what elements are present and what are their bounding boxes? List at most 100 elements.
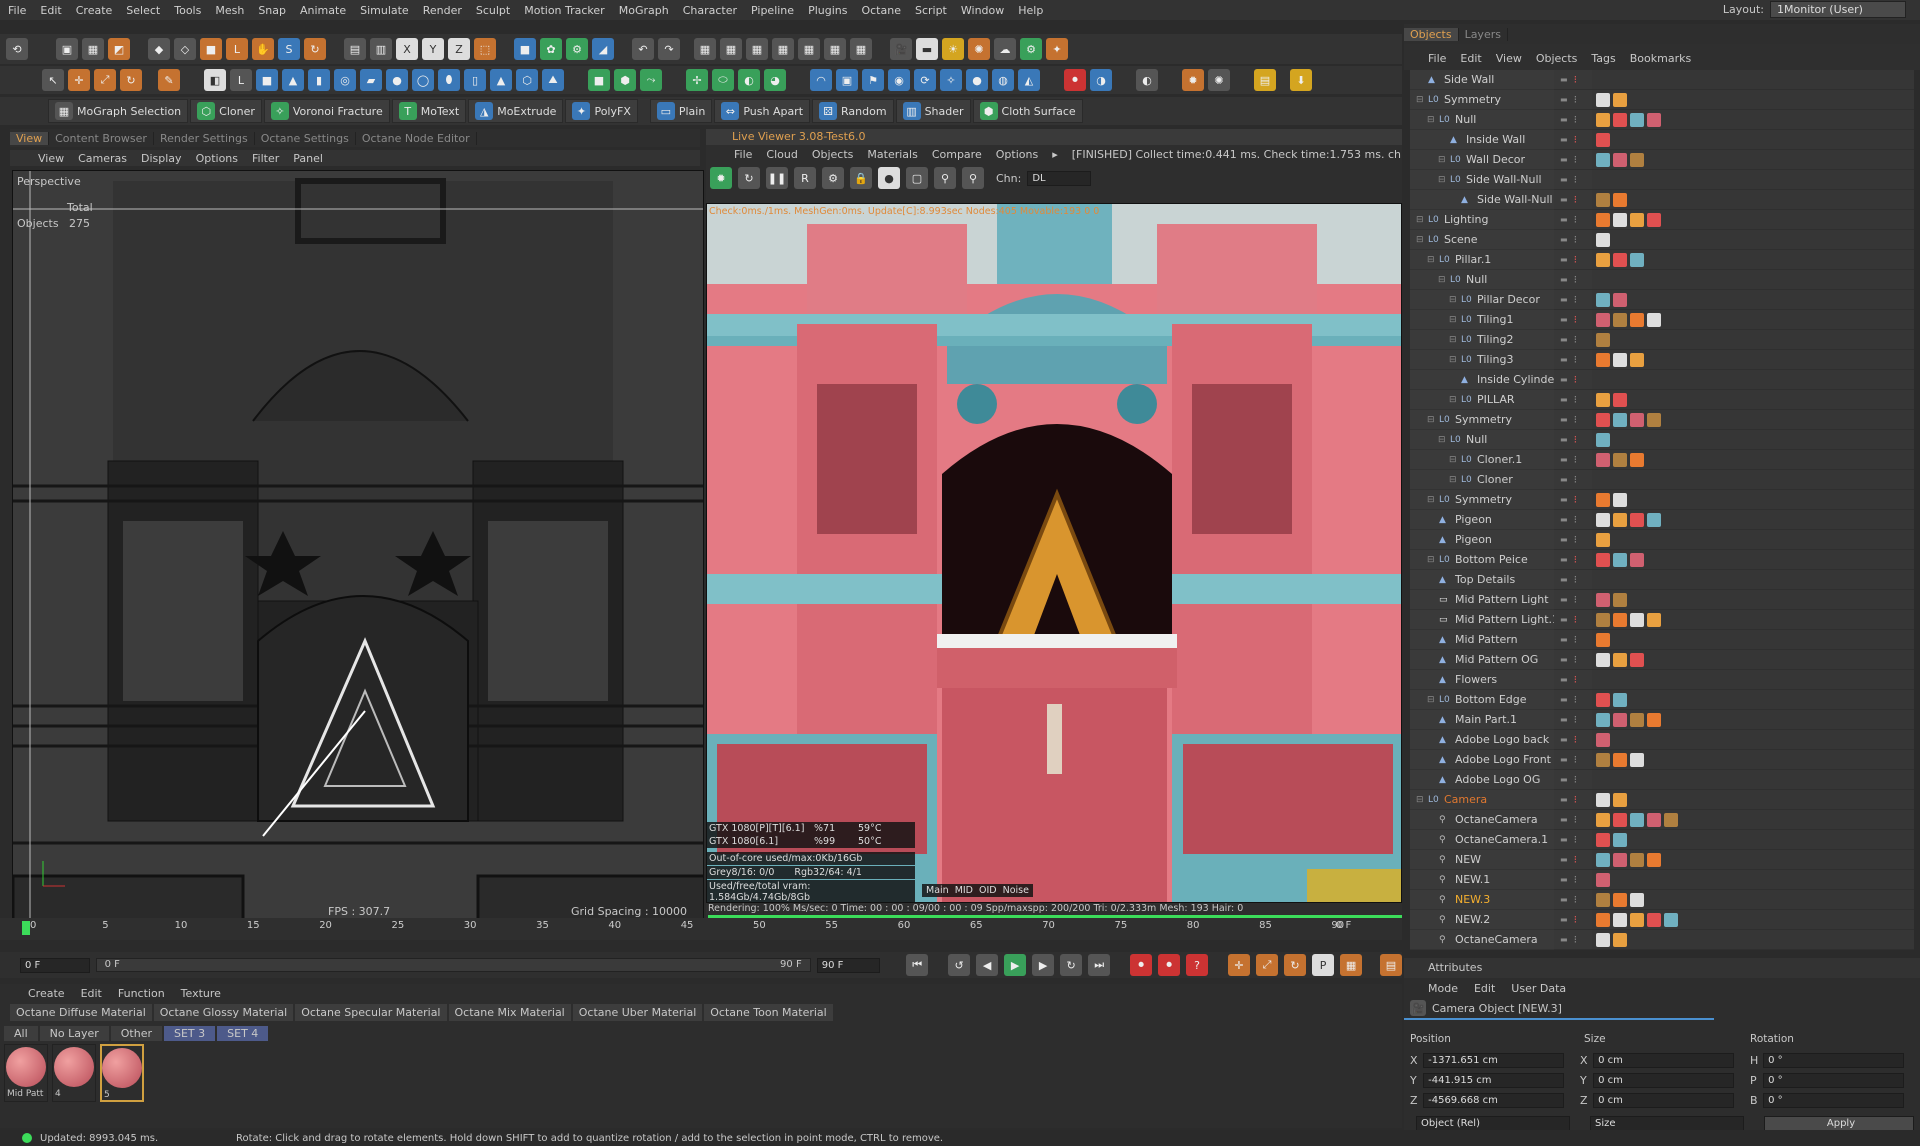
edit-visibility-icon[interactable]: ▬ <box>1560 155 1568 164</box>
tab-content-browser[interactable]: Content Browser <box>49 131 154 145</box>
material-tag-icon[interactable] <box>1613 192 1627 207</box>
viewport-menu-view[interactable]: View <box>38 152 64 165</box>
visibility-toggles[interactable]: ▬ ⁝ <box>1554 190 1592 210</box>
pick-icon[interactable]: ⚲ <box>934 167 956 189</box>
material-tag-icon[interactable] <box>1613 692 1627 707</box>
points-mode-icon[interactable]: ◆ <box>148 38 170 60</box>
expand-toggle-icon[interactable]: ⊟ <box>1449 355 1461 365</box>
undo-view-icon[interactable]: ⟲ <box>6 38 28 60</box>
material-tag-icon[interactable] <box>1630 612 1644 627</box>
edit-visibility-icon[interactable]: ▬ <box>1560 355 1568 364</box>
layout-grid-5-icon[interactable]: ▦ <box>798 38 820 60</box>
edit-visibility-icon[interactable]: ▬ <box>1560 495 1568 504</box>
tube-icon[interactable]: ▯ <box>464 69 486 91</box>
menu-mesh[interactable]: Mesh <box>215 4 244 17</box>
contrast-icon[interactable]: ◐ <box>1136 69 1158 91</box>
render-visibility-icon[interactable]: ⁝ <box>1574 553 1578 566</box>
key-scale-icon[interactable]: ⤢ <box>1256 954 1279 976</box>
material-tag-icon[interactable] <box>1613 112 1627 127</box>
cinema-light-icon[interactable]: ✹ <box>1182 69 1204 91</box>
visibility-toggles[interactable]: ▬ ⁝ <box>1554 870 1592 890</box>
material-tag-icon[interactable] <box>1630 152 1644 167</box>
boole-icon[interactable]: ⬭ <box>712 69 734 91</box>
material-tag-icon[interactable] <box>1596 212 1610 227</box>
material-tag-icon[interactable] <box>1630 252 1644 267</box>
render-visibility-icon[interactable]: ⁝ <box>1574 73 1578 86</box>
expand-toggle-icon[interactable]: ⊟ <box>1438 155 1450 165</box>
material-tag-icon[interactable] <box>1613 492 1627 507</box>
objects-menu-tags[interactable]: Tags <box>1591 52 1615 65</box>
material-tag-icon[interactable] <box>1596 752 1610 767</box>
render-visibility-icon[interactable]: ⁝ <box>1574 273 1578 286</box>
deformer-icon[interactable]: ◢ <box>592 38 614 60</box>
coord-field-pos[interactable]: -1371.651 cm <box>1423 1052 1564 1068</box>
layout-dropdown[interactable]: 1Monitor (User) <box>1770 1 1906 18</box>
material-tag-icon[interactable] <box>1596 832 1610 847</box>
undo-icon[interactable]: ↶ <box>632 38 654 60</box>
visibility-toggles[interactable]: ▬ ⁝ <box>1554 290 1592 310</box>
visibility-toggles[interactable]: ▬ ⁝ <box>1554 130 1592 150</box>
edit-visibility-icon[interactable]: ▬ <box>1560 615 1568 624</box>
material-tag-icon[interactable] <box>1613 832 1627 847</box>
edit-visibility-icon[interactable]: ▬ <box>1560 635 1568 644</box>
tweak-icon[interactable]: ✋ <box>252 38 274 60</box>
go-to-start-icon[interactable]: ⏮ <box>906 954 929 976</box>
visibility-toggles[interactable]: ▬ ⁝ <box>1554 930 1592 950</box>
bulge-icon[interactable]: ◉ <box>888 69 910 91</box>
material-tag-icon[interactable] <box>1613 512 1627 527</box>
next-key-icon[interactable]: ↻ <box>1060 954 1083 976</box>
viewport-menu-cameras[interactable]: Cameras <box>78 152 127 165</box>
render-visibility-icon[interactable]: ⁝ <box>1574 933 1578 946</box>
material-tag-icon[interactable] <box>1596 532 1610 547</box>
edit-visibility-icon[interactable]: ▬ <box>1560 695 1568 704</box>
visibility-toggles[interactable]: ▬ ⁝ <box>1554 310 1592 330</box>
size-mode-dropdown[interactable]: Size <box>1590 1116 1744 1131</box>
render-visibility-icon[interactable]: ⁝ <box>1574 773 1578 786</box>
material-tag-icon[interactable] <box>1613 912 1627 927</box>
coord-field-rot[interactable]: 0 ° <box>1763 1052 1904 1068</box>
key-rotation-icon[interactable]: ↻ <box>1284 954 1307 976</box>
visibility-toggles[interactable]: ▬ ⁝ <box>1554 170 1592 190</box>
material-tag-icon[interactable] <box>1613 792 1627 807</box>
playhead[interactable] <box>22 921 30 935</box>
menu-octane[interactable]: Octane <box>861 4 901 17</box>
edit-visibility-icon[interactable]: ▬ <box>1560 655 1568 664</box>
visibility-toggles[interactable]: ▬ ⁝ <box>1554 690 1592 710</box>
polygons-mode-icon[interactable]: ■ <box>200 38 222 60</box>
visibility-toggles[interactable]: ▬ ⁝ <box>1554 490 1592 510</box>
preset-octane-toon-material[interactable]: Octane Toon Material <box>704 1003 833 1021</box>
menu-file[interactable]: File <box>8 4 26 17</box>
menu-snap[interactable]: Snap <box>258 4 286 17</box>
material-tag-icon[interactable] <box>1630 212 1644 227</box>
material-tag-icon[interactable] <box>1596 232 1610 247</box>
local-axis-icon[interactable]: L <box>230 69 252 91</box>
expand-toggle-icon[interactable]: ⊟ <box>1438 435 1450 445</box>
render-visibility-icon[interactable]: ⁝ <box>1574 813 1578 826</box>
material-tag-icon[interactable] <box>1596 552 1610 567</box>
expand-toggle-icon[interactable]: ⊟ <box>1438 175 1450 185</box>
redo-icon[interactable]: ↷ <box>658 38 680 60</box>
material-tag-icon[interactable] <box>1596 912 1610 927</box>
render-region-icon[interactable]: ▤ <box>344 38 366 60</box>
expand-toggle-icon[interactable]: ⊟ <box>1438 275 1450 285</box>
settings-gear-icon[interactable]: ⚙ <box>822 167 844 189</box>
viewport-menu-display[interactable]: Display <box>141 152 182 165</box>
menu-sculpt[interactable]: Sculpt <box>476 4 510 17</box>
array-icon[interactable]: ✢ <box>686 69 708 91</box>
material-tag-icon[interactable] <box>1596 812 1610 827</box>
preset-octane-mix-material[interactable]: Octane Mix Material <box>448 1003 571 1021</box>
visibility-toggles[interactable]: ▬ ⁝ <box>1554 90 1592 110</box>
material-tag-icon[interactable] <box>1596 292 1610 307</box>
expand-toggle-icon[interactable]: ⊟ <box>1416 95 1428 105</box>
material-tag-icon[interactable] <box>1613 812 1627 827</box>
key-position-icon[interactable]: ✛ <box>1228 954 1251 976</box>
autokey-icon[interactable]: ⏺ <box>1158 954 1181 976</box>
material-swatch[interactable]: 4 <box>52 1044 96 1102</box>
material-tag-icon[interactable] <box>1630 412 1644 427</box>
material-tag-icon[interactable] <box>1613 212 1627 227</box>
render-visibility-icon[interactable]: ⁝ <box>1574 693 1578 706</box>
timeline-window-icon[interactable]: ▤ <box>1379 954 1402 976</box>
material-tag-icon[interactable] <box>1613 652 1627 667</box>
landscape-icon[interactable]: ⛰ <box>542 69 564 91</box>
material-tag-icon[interactable] <box>1647 212 1661 227</box>
